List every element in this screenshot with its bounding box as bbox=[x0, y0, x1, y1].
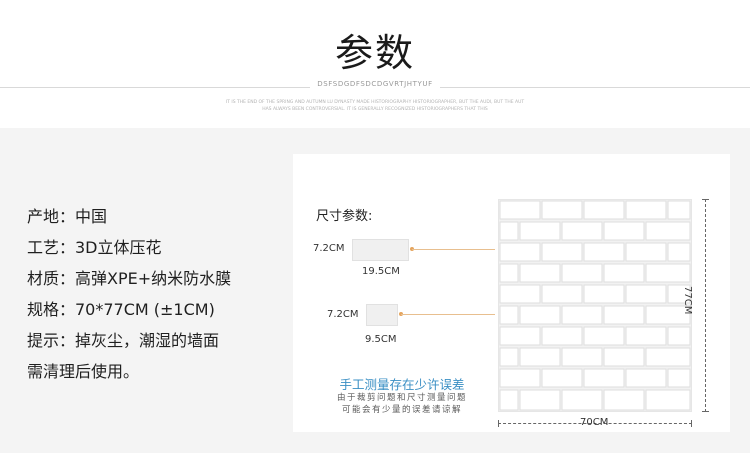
spec-size: 规格：70*77CM (±1CM) bbox=[27, 300, 215, 319]
header: 参数 DSFSDGDFSDCDGVRTJHTYUF IT IS THE END … bbox=[0, 0, 750, 128]
spec-list: 产地：中国 工艺：3D立体压花 材质：高弹XPE+纳米防水膜 规格：70*77C… bbox=[27, 201, 287, 387]
sample1-height-label: 7.2CM bbox=[313, 243, 345, 254]
spec-craft: 工艺：3D立体压花 bbox=[27, 238, 162, 257]
measurement-note-title: 手工测量存在少许误差 bbox=[339, 377, 465, 392]
height-dimension-line bbox=[705, 199, 706, 412]
spec-tip-continued: 需清理后使用。 bbox=[27, 362, 140, 381]
size-diagram: 尺寸参数: 7.2CM 19.5CM 7.2CM 9.5CM 77CM 70CM… bbox=[293, 154, 730, 432]
sample-brick-large bbox=[352, 239, 409, 261]
measurement-note-line: 由于裁剪问题和尺寸测量问题 bbox=[336, 393, 467, 403]
pointer-line bbox=[401, 314, 495, 315]
spec-tip: 提示：掉灰尘，潮湿的墙面 bbox=[27, 331, 220, 350]
dimension-tick bbox=[498, 420, 499, 427]
size-diagram-title: 尺寸参数: bbox=[316, 209, 373, 224]
page-subtitle: DSFSDGDFSDCDGVRTJHTYUF bbox=[317, 80, 433, 88]
sample-brick-small bbox=[366, 304, 398, 326]
dimension-tick bbox=[702, 411, 709, 412]
fine-print-line: IT IS THE END OF THE SPRING AND AUTUMN L… bbox=[225, 100, 525, 105]
panel-width-label: 70CM bbox=[580, 417, 609, 428]
measurement-note-body: 由于裁剪问题和尺寸测量问题 可能会有少量的误差请谅解 bbox=[315, 392, 489, 416]
panel-height-label: 77CM bbox=[682, 286, 693, 315]
pointer-line bbox=[412, 249, 495, 250]
dimension-tick bbox=[691, 420, 692, 427]
content-area: 产地：中国 工艺：3D立体压花 材质：高弹XPE+纳米防水膜 规格：70*77C… bbox=[0, 128, 750, 453]
dimension-tick bbox=[702, 199, 709, 200]
page-title: 参数 bbox=[334, 31, 415, 75]
sample2-height-label: 7.2CM bbox=[327, 309, 359, 320]
brick-pattern bbox=[499, 200, 691, 411]
spec-origin: 产地：中国 bbox=[27, 207, 108, 226]
brick-wall-panel bbox=[498, 199, 692, 412]
fine-print-line: HAS ALWAYS BEEN CONTROVERSIAL. IT IS GEN… bbox=[262, 107, 488, 112]
measurement-note-line: 可能会有少量的误差请谅解 bbox=[341, 405, 462, 415]
sample1-width-label: 19.5CM bbox=[362, 266, 400, 277]
spec-material: 材质：高弹XPE+纳米防水膜 bbox=[27, 269, 232, 288]
sample2-width-label: 9.5CM bbox=[365, 334, 397, 345]
